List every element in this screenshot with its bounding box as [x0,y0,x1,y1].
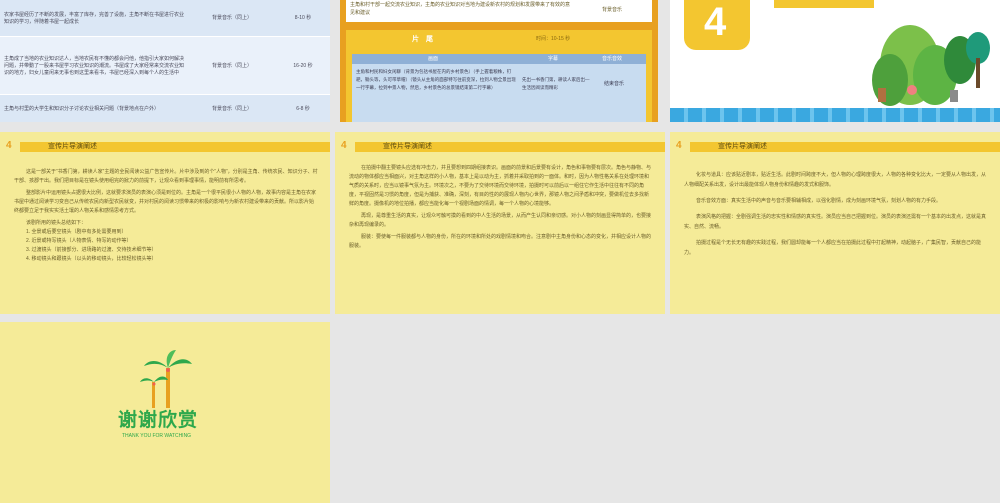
body-text: 在拍摄中翻主要镜头应选有冲击力，并且要想到四期组接表识。画面的前景和后景要有设计… [349,164,653,254]
slide-title: 宣传片导演阐述 [48,143,97,150]
ending-row-music: 结束音乐 [604,81,625,87]
music-cell: 背景音乐（同上） [188,36,276,95]
list-item: 2. 近景或特写镜头（人物表情、特写的动作等） [26,238,132,244]
paragraph: 表演风格的把握：全剧强调生活的忠实性和情感的真实性。演员应当自己把握到位。演员的… [684,214,987,230]
paragraph: 拍摄过程是个无长无有趣的实践过程，我们圆却能每一个人都应当在拍摄此过程中打起精神… [684,240,982,256]
section-number: 4 [704,0,727,44]
section-number: 4 [6,140,12,151]
table-row: 主角成了当地的农业知识达人，当地农民有不懂的都会问他，他指引大家如何解决问题，并… [0,36,330,95]
ending-table-header: 画面 字幕 音乐音效 [352,54,646,64]
slide-header: 4 宣传片导演阐述 [0,140,330,154]
slide-header: 4 宣传片导演阐述 [335,140,665,154]
slide-thumbnail-1[interactable]: 农家书屋经历了不断的发展，丰富了库存，完善了设施，主角不断在书屋进行农业知识的学… [0,0,330,122]
paragraph: 这是一部关于“书香门第，耕读人家”主题的全民阅读公益广告宣传片。片中涉及到的个“… [14,169,318,184]
top-table-row: 主角和村干部一起交流农业知识，主角的农业知识对当地为建设新农村的规划和发展带来了… [346,0,652,22]
ending-row-subtitle: 先出一书香门第，耕读人家后出—生活因阅读而精彩 [522,77,590,90]
thanks-subtitle: THANK YOU FOR WATCHING [122,433,192,439]
time-cell: 6-8 秒 [276,94,330,122]
ending-row-desc: 主角和村民和妇女闲聊（背景为包括书屋在内的乡村景色）（手上握着粮株，钉耙，锄头等… [356,69,516,90]
scene-desc: 农家书屋经历了不断的发展，丰富了库存，完善了设施，主角不断在书屋进行农业知识的学… [0,0,188,37]
slide-title: 宣传片导演阐述 [718,143,767,150]
list-item: 3. 过渡镜头（前接部分、进场路的过渡、交待技术细节等） [26,247,157,253]
slide-thumbnail-4[interactable]: 4 宣传片导演阐述 这是一部关于“书香门第，耕读人家”主题的全民阅读公益广告宣传… [0,132,330,314]
slide-header: 4 宣传片导演阐述 [670,140,1000,154]
top-row-music: 背景音乐 [602,7,623,13]
section-time: 时间：10-15 秒 [536,36,571,42]
title-banner [774,0,874,8]
forest-illustration-icon [872,25,990,106]
paragraph: 再现，是尊重生活的真实，让观众可触可摸的看到的中人生活的场景，从而产生认同和亲切… [349,213,652,228]
section-number: 4 [341,140,347,151]
col-header-scene: 画面 [428,56,439,62]
paragraph: 整部影片中运用镜头占据很大比例，这就要求演员的表演心须是到位的。主角是一个很平民… [14,190,317,214]
scene-desc: 主角成了当地的农业知识达人，当地农民有不懂的都会问他，他指引大家如何解决问题，并… [0,36,188,95]
ending-panel: 片 尾 时间：10-15 秒 画面 字幕 音乐音效 主角和村民和妇女闲聊（背景为… [346,30,652,122]
slide-title: 宣传片导演阐述 [383,143,432,150]
thanks-title: 谢谢欣赏 [118,410,199,431]
body-text: 这是一部关于“书香门第，耕读人家”主题的全民阅读公益广告宣传片。片中涉及到的个“… [14,168,318,264]
paragraph: 该剧所用的镜头总结如下： [26,220,87,226]
body-text: 化妆与道具：应该贴近剧本，贴近生活。此剧时间跨度不大，但人物的心理跨度很大，人物… [684,170,988,261]
paragraph: 化妆与道具：应该贴近剧本，贴近生活。此剧时间跨度不大，但人物的心理跨度很大，人物… [684,172,987,188]
scene-desc: 主角与村里的大学生和知识分子讨论农业相关问题（背景地点在户外） [0,94,188,122]
palm-trees-icon [140,350,192,408]
water-waves [670,108,1000,122]
col-header-music: 音乐音效 [602,56,623,62]
paragraph: 服装：要使每一件服装都与人物的身份，所在的环境和所处的戏剧情境和吻合。注意剧中主… [349,234,652,249]
paragraph: 在拍摄中翻主要镜头应选有冲击力，并且要想到四期组接表识。画面的前景和后景要有设计… [349,165,652,207]
section-title: 片 尾 [412,36,433,43]
col-header-subtitle: 字幕 [548,56,559,62]
storyboard-table: 农家书屋经历了不断的发展，丰富了库存，完善了设施，主角不断在书屋进行农业知识的学… [0,0,330,122]
section-number: 4 [676,140,682,151]
table-row: 主角与村里的大学生和知识分子讨论农业相关问题（背景地点在户外） 背景音乐（同上）… [0,94,330,122]
time-cell: 16-20 秒 [276,36,330,95]
paragraph: 音乐音效方面：真实生活中的声音与音乐要相辅相成，以强化剧情，成为刻画环境气氛，刻… [696,198,942,204]
slide-thumbnail-3[interactable]: 4 [670,0,1000,122]
music-cell: 背景音乐（同上） [188,94,276,122]
list-item: 4. 移动镜头和跟镜头（以头的移动镜头，比较轻松镜头等） [26,256,157,262]
list-item: 1. 全景或后要空镜头（剧中有多处需要用到） [26,229,127,235]
time-cell: 8-10 秒 [276,0,330,37]
slide-thumbnail-2[interactable]: 主角和村干部一起交流农业知识，主角的农业知识对当地为建设新农村的规划和发展带来了… [340,0,658,122]
table-row: 农家书屋经历了不断的发展，丰富了库存，完善了设施，主角不断在书屋进行农业知识的学… [0,0,330,37]
section-number-badge: 4 [684,0,750,50]
slide-thumbnail-7[interactable]: 谢谢欣赏 THANK YOU FOR WATCHING [0,322,330,503]
slide-thumbnail-5[interactable]: 4 宣传片导演阐述 在拍摄中翻主要镜头应选有冲击力，并且要想到四期组接表识。画面… [335,132,665,314]
ending-table: 画面 字幕 音乐音效 主角和村民和妇女闲聊（背景为包括书屋在内的乡村景色）（手上… [352,54,646,122]
music-cell: 背景音乐（同上） [188,0,276,37]
slide-thumbnail-6[interactable]: 4 宣传片导演阐述 化妆与道具：应该贴近剧本，贴近生活。此剧时间跨度不大，但人物… [670,132,1000,314]
top-row-text: 主角和村干部一起交流农业知识，主角的农业知识对当地为建设新农村的规划和发展带来了… [350,2,571,16]
